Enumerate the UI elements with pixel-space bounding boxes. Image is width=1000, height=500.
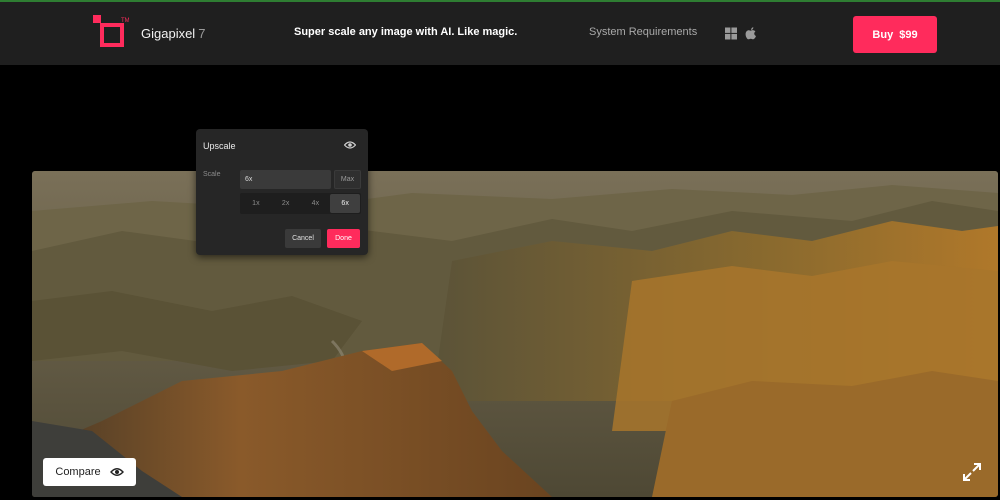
brand-title: Gigapixel 7 <box>141 26 205 41</box>
apple-icon <box>745 27 756 40</box>
scale-option-4x[interactable]: 4x <box>301 194 331 213</box>
scale-option-6x[interactable]: 6x <box>330 194 360 213</box>
panel-title: Upscale <box>203 141 236 151</box>
fullscreen-icon[interactable] <box>962 462 982 482</box>
buy-price: $99 <box>899 28 918 41</box>
system-requirements-link[interactable]: System Requirements <box>589 26 697 38</box>
cancel-button[interactable]: Cancel <box>285 229 321 248</box>
scale-input[interactable] <box>240 170 331 189</box>
compare-label: Compare <box>55 466 101 478</box>
canyon-photo <box>32 171 998 497</box>
windows-icon <box>725 27 737 40</box>
brand-name: Gigapixel <box>141 26 196 41</box>
scale-options: 1x 2x 4x 6x <box>240 193 361 214</box>
scale-label: Scale <box>203 171 221 178</box>
compare-button[interactable]: Compare <box>43 458 136 486</box>
upscale-panel: Upscale Scale Max 1x 2x 4x 6x Cancel Don… <box>196 129 368 255</box>
scale-option-2x[interactable]: 2x <box>271 194 301 213</box>
tagline: Super scale any image with AI. Like magi… <box>294 26 518 38</box>
max-button[interactable]: Max <box>334 170 361 189</box>
brand-version: 7 <box>198 26 206 41</box>
site-header: TM Gigapixel 7 Super scale any image with… <box>0 2 1000 65</box>
done-button[interactable]: Done <box>327 229 360 248</box>
svg-text:TM: TM <box>121 18 129 24</box>
eye-icon[interactable] <box>344 140 356 150</box>
eye-icon <box>109 468 124 476</box>
buy-label: Buy <box>872 28 894 41</box>
buy-button[interactable]: Buy $99 <box>853 16 937 53</box>
scale-option-1x[interactable]: 1x <box>241 194 271 213</box>
gigapixel-logo[interactable]: TM <box>93 15 129 49</box>
